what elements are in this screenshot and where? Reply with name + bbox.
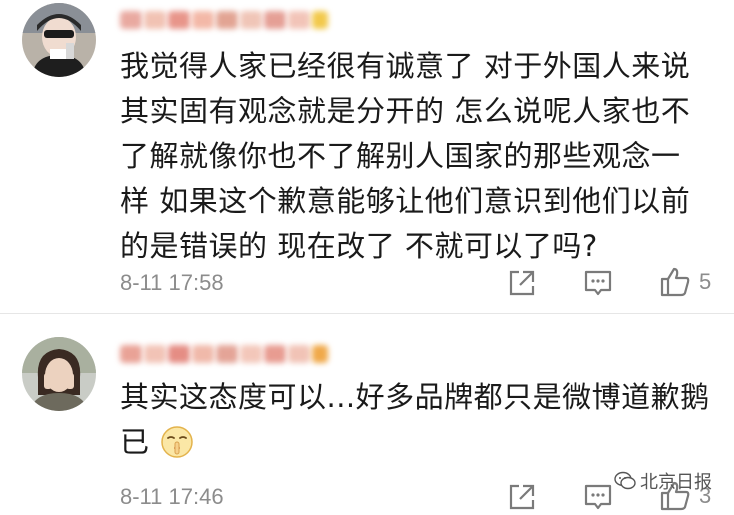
- divider: [0, 313, 734, 314]
- forward-icon: [509, 270, 535, 296]
- comment-line: 的是错误的 现在改了 不就可以了吗?: [120, 229, 598, 263]
- comment-line: 其实固有观念就是分开的 怎么说呢人家也不: [120, 94, 691, 128]
- forward-button[interactable]: [507, 482, 537, 512]
- watermark-text: 北京日报: [640, 472, 712, 493]
- timestamp: 8-11 17:46: [120, 484, 224, 509]
- comment-line-with-emoji: 已: [120, 420, 720, 465]
- forward-icon: [509, 484, 535, 510]
- avatar[interactable]: [22, 337, 96, 411]
- forward-button[interactable]: [507, 268, 537, 298]
- username-blurred[interactable]: [120, 342, 328, 366]
- comment-line: 其实这态度可以...好多品牌都只是微博道歉鹅: [120, 380, 710, 414]
- vip-badge-icon: [312, 345, 328, 363]
- comment-icon: [584, 484, 612, 510]
- reply-button[interactable]: [583, 482, 613, 512]
- comment-item: 我觉得人家已经很有诚意了 对于外国人来说 其实固有观念就是分开的 怎么说呢人家也…: [0, 0, 734, 312]
- like-button[interactable]: 5: [659, 266, 711, 298]
- comment-text: 其实这态度可以...好多品牌都只是微博道歉鹅 已: [120, 375, 720, 465]
- watermark: 北京日报: [614, 468, 712, 494]
- comment-line: 了解就像你也不了解别人国家的那些观念一: [120, 139, 681, 173]
- shush-emoji-icon: [161, 426, 193, 458]
- username-blurred[interactable]: [120, 8, 328, 32]
- reply-button[interactable]: [583, 268, 613, 298]
- wechat-icon: [614, 471, 636, 490]
- comment-line: 已: [120, 425, 150, 459]
- vip-badge-icon: [312, 11, 328, 29]
- thumbs-up-icon: [660, 267, 690, 297]
- like-count: 5: [699, 269, 712, 294]
- comment-line: 我觉得人家已经很有诚意了 对于外国人来说: [120, 49, 691, 83]
- timestamp: 8-11 17:58: [120, 270, 224, 295]
- comment-line: 样 如果这个歉意能够让他们意识到他们以前: [120, 184, 691, 218]
- avatar[interactable]: [22, 3, 96, 77]
- comment-icon: [584, 270, 612, 296]
- comment-text: 我觉得人家已经很有诚意了 对于外国人来说 其实固有观念就是分开的 怎么说呢人家也…: [120, 44, 720, 269]
